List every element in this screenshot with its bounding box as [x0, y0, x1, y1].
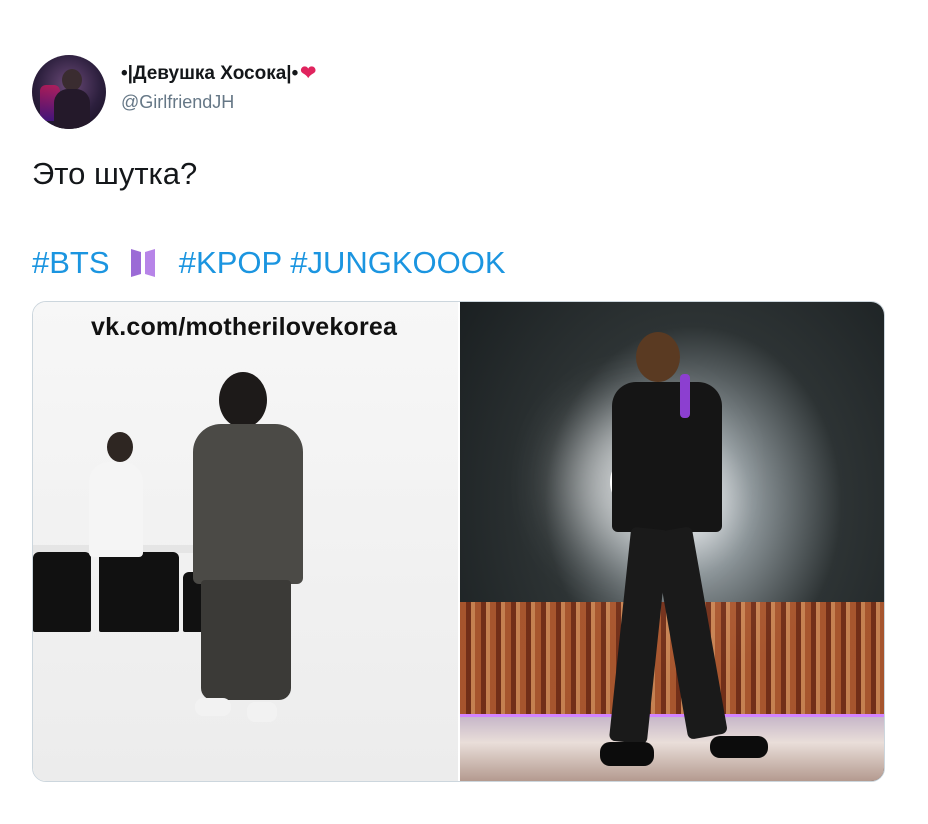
tweet-media[interactable]: vk.com/motherilovekorea	[32, 301, 885, 782]
performer-head	[636, 332, 680, 382]
person-white-shirt-head	[107, 432, 133, 462]
performer-shoe	[600, 742, 654, 766]
photo-right[interactable]	[460, 302, 884, 781]
watermark: vk.com/motherilovekorea	[91, 313, 398, 341]
bts-logo-icon	[131, 248, 156, 277]
avatar-figure-head	[62, 69, 82, 91]
hashtags-line: #BTS #KPOP #JUNGKOOOK	[32, 243, 506, 281]
person-center-pants	[201, 580, 291, 700]
photo-left[interactable]: vk.com/motherilovekorea	[33, 302, 458, 781]
performer-jacket	[612, 382, 722, 532]
microphone	[680, 374, 690, 418]
person-center-shoes	[195, 698, 231, 716]
chair	[33, 552, 91, 632]
person-center-head	[219, 372, 267, 428]
hashtags-kpop-jungkook[interactable]: #KPOP #JUNGKOOOK	[179, 245, 506, 281]
performer-shoe	[710, 736, 768, 758]
display-name[interactable]: •|Девушка Хосока|• ❤	[121, 62, 316, 85]
avatar[interactable]	[32, 55, 106, 129]
stage-floor	[460, 717, 884, 781]
tweet-card: •|Девушка Хосока|• ❤ @GirlfriendJH Это шу…	[0, 0, 928, 824]
user-handle[interactable]: @GirlfriendJH	[121, 92, 234, 113]
person-center-shirt	[193, 424, 303, 584]
display-name-text: •|Девушка Хосока|•	[121, 63, 299, 84]
heart-icon: ❤	[300, 63, 317, 84]
tweet-text: Это шутка?	[32, 156, 198, 191]
hashtag-bts[interactable]: #BTS	[32, 245, 110, 281]
person-center-shoes	[247, 702, 277, 722]
chair	[99, 552, 179, 632]
avatar-figure-body	[54, 89, 90, 129]
person-white-shirt	[89, 462, 143, 557]
